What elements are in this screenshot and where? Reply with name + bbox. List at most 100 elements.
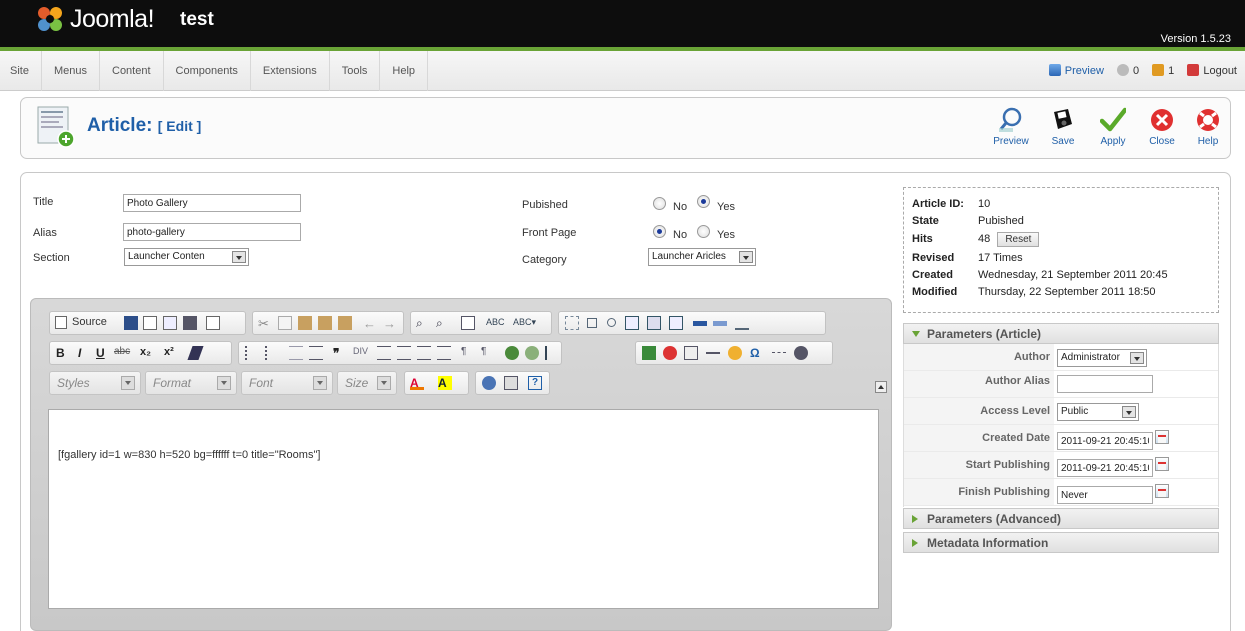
save-button[interactable]: Save bbox=[1038, 106, 1088, 154]
category-select[interactable]: Launcher Aricles bbox=[648, 248, 756, 266]
calendar-icon[interactable] bbox=[1155, 430, 1169, 444]
format-combo[interactable]: Format bbox=[145, 371, 237, 395]
justify-icon[interactable] bbox=[437, 346, 451, 360]
bg-color-icon[interactable]: A bbox=[438, 376, 452, 390]
scayt-icon[interactable]: ABC▾ bbox=[513, 317, 536, 328]
div-icon[interactable]: DIV bbox=[353, 346, 368, 360]
textarea-icon[interactable] bbox=[647, 316, 661, 330]
underline-icon[interactable]: U bbox=[96, 346, 110, 360]
templates-icon[interactable] bbox=[206, 316, 220, 330]
copy-icon[interactable] bbox=[278, 316, 292, 330]
undo-icon[interactable]: ← bbox=[363, 316, 377, 331]
messages-link[interactable]: 0 bbox=[1116, 64, 1139, 77]
replace-icon[interactable]: ⌕ bbox=[436, 316, 450, 330]
paste-icon[interactable] bbox=[298, 316, 312, 330]
preview-icon[interactable] bbox=[163, 316, 177, 330]
spellcheck-icon[interactable]: ABC bbox=[486, 317, 505, 327]
section-select[interactable]: Launcher Conten bbox=[124, 248, 249, 266]
access-level-select[interactable]: Public bbox=[1057, 403, 1139, 421]
menu-extensions[interactable]: Extensions bbox=[251, 51, 330, 91]
front-page-yes-radio[interactable] bbox=[697, 225, 710, 238]
select-icon[interactable] bbox=[669, 316, 683, 330]
logout-link[interactable]: Logout bbox=[1187, 64, 1237, 77]
radio-icon[interactable] bbox=[607, 318, 616, 327]
paste-text-icon[interactable] bbox=[318, 316, 332, 330]
preview-link[interactable]: Preview bbox=[1048, 64, 1104, 77]
created-date-input[interactable] bbox=[1057, 432, 1153, 450]
finish-publishing-input[interactable] bbox=[1057, 486, 1153, 504]
bulleted-list-icon[interactable] bbox=[265, 346, 279, 360]
menu-components[interactable]: Components bbox=[164, 51, 251, 91]
parameters-article-header[interactable]: Parameters (Article) bbox=[903, 323, 1219, 344]
align-center-icon[interactable] bbox=[397, 346, 411, 360]
calendar-icon[interactable] bbox=[1155, 457, 1169, 471]
parameters-advanced-header[interactable]: Parameters (Advanced) bbox=[903, 508, 1219, 529]
smiley-icon[interactable] bbox=[728, 346, 742, 360]
image-button-icon[interactable] bbox=[713, 321, 727, 326]
rtl-icon[interactable]: ¶ bbox=[481, 346, 495, 360]
subscript-icon[interactable]: x₂ bbox=[140, 346, 154, 360]
editor-content-text[interactable]: [fgallery id=1 w=830 h=520 bg=ffffff t=0… bbox=[58, 449, 320, 461]
author-alias-input[interactable] bbox=[1057, 375, 1153, 393]
find-icon[interactable]: ⌕ bbox=[416, 316, 430, 330]
form-icon[interactable] bbox=[565, 316, 579, 330]
reset-hits-button[interactable]: Reset bbox=[997, 232, 1040, 247]
align-right-icon[interactable] bbox=[417, 346, 431, 360]
strike-icon[interactable]: abc bbox=[114, 346, 130, 360]
remove-format-icon[interactable] bbox=[187, 346, 204, 360]
print-icon[interactable] bbox=[183, 316, 197, 330]
menu-help[interactable]: Help bbox=[380, 51, 429, 91]
menu-tools[interactable]: Tools bbox=[330, 51, 381, 91]
help-button[interactable]: Help bbox=[1183, 106, 1233, 154]
calendar-icon[interactable] bbox=[1155, 484, 1169, 498]
show-blocks-icon[interactable] bbox=[504, 376, 518, 390]
table-icon[interactable] bbox=[684, 346, 698, 360]
author-select[interactable]: Administrator bbox=[1057, 349, 1147, 367]
numbered-list-icon[interactable] bbox=[245, 346, 259, 360]
button-icon[interactable] bbox=[693, 321, 707, 326]
page-break-icon[interactable] bbox=[772, 352, 786, 366]
front-page-no-radio[interactable] bbox=[653, 225, 666, 238]
new-page-icon[interactable] bbox=[143, 316, 157, 330]
hr-icon[interactable] bbox=[706, 352, 720, 366]
select-all-icon[interactable] bbox=[461, 316, 475, 330]
published-no-radio[interactable] bbox=[653, 197, 666, 210]
preview-button[interactable]: Preview bbox=[986, 106, 1036, 154]
image-icon[interactable] bbox=[642, 346, 656, 360]
paste-word-icon[interactable] bbox=[338, 316, 352, 330]
checkbox-icon[interactable] bbox=[587, 318, 597, 328]
flash-icon[interactable] bbox=[663, 346, 677, 360]
users-online[interactable]: 1 bbox=[1152, 64, 1174, 77]
collapse-toolbar-icon[interactable] bbox=[875, 381, 887, 393]
metadata-information-header[interactable]: Metadata Information bbox=[903, 532, 1219, 553]
menu-content[interactable]: Content bbox=[100, 51, 164, 91]
ltr-icon[interactable]: ¶ bbox=[461, 346, 475, 360]
apply-button[interactable]: Apply bbox=[1088, 106, 1138, 154]
special-char-icon[interactable]: Ω bbox=[750, 346, 764, 360]
alias-input[interactable] bbox=[123, 223, 301, 241]
outdent-icon[interactable] bbox=[289, 346, 303, 360]
bold-icon[interactable]: B bbox=[56, 346, 70, 360]
menu-site[interactable]: Site bbox=[0, 51, 42, 91]
styles-combo[interactable]: Styles bbox=[49, 371, 141, 395]
source-button-label[interactable]: Source bbox=[72, 316, 107, 328]
save-icon[interactable] bbox=[124, 316, 138, 330]
title-input[interactable] bbox=[123, 194, 301, 212]
start-publishing-input[interactable] bbox=[1057, 459, 1153, 477]
iframe-icon[interactable] bbox=[794, 346, 808, 360]
align-left-icon[interactable] bbox=[377, 346, 391, 360]
redo-icon[interactable]: → bbox=[383, 316, 397, 331]
link-icon[interactable] bbox=[505, 346, 519, 360]
cut-icon[interactable]: ✂ bbox=[258, 316, 272, 331]
hidden-field-icon[interactable] bbox=[735, 316, 749, 330]
unlink-icon[interactable] bbox=[525, 346, 539, 360]
editor-content-area[interactable]: [fgallery id=1 w=830 h=520 bg=ffffff t=0… bbox=[48, 409, 879, 609]
indent-icon[interactable] bbox=[309, 346, 323, 360]
superscript-icon[interactable]: x² bbox=[164, 346, 178, 360]
published-yes-radio[interactable] bbox=[697, 195, 710, 208]
italic-icon[interactable]: I bbox=[78, 346, 92, 360]
source-icon[interactable] bbox=[55, 316, 67, 329]
about-icon[interactable]: ? bbox=[528, 376, 542, 390]
menu-menus[interactable]: Menus bbox=[42, 51, 100, 91]
text-color-icon[interactable]: A bbox=[410, 376, 424, 390]
